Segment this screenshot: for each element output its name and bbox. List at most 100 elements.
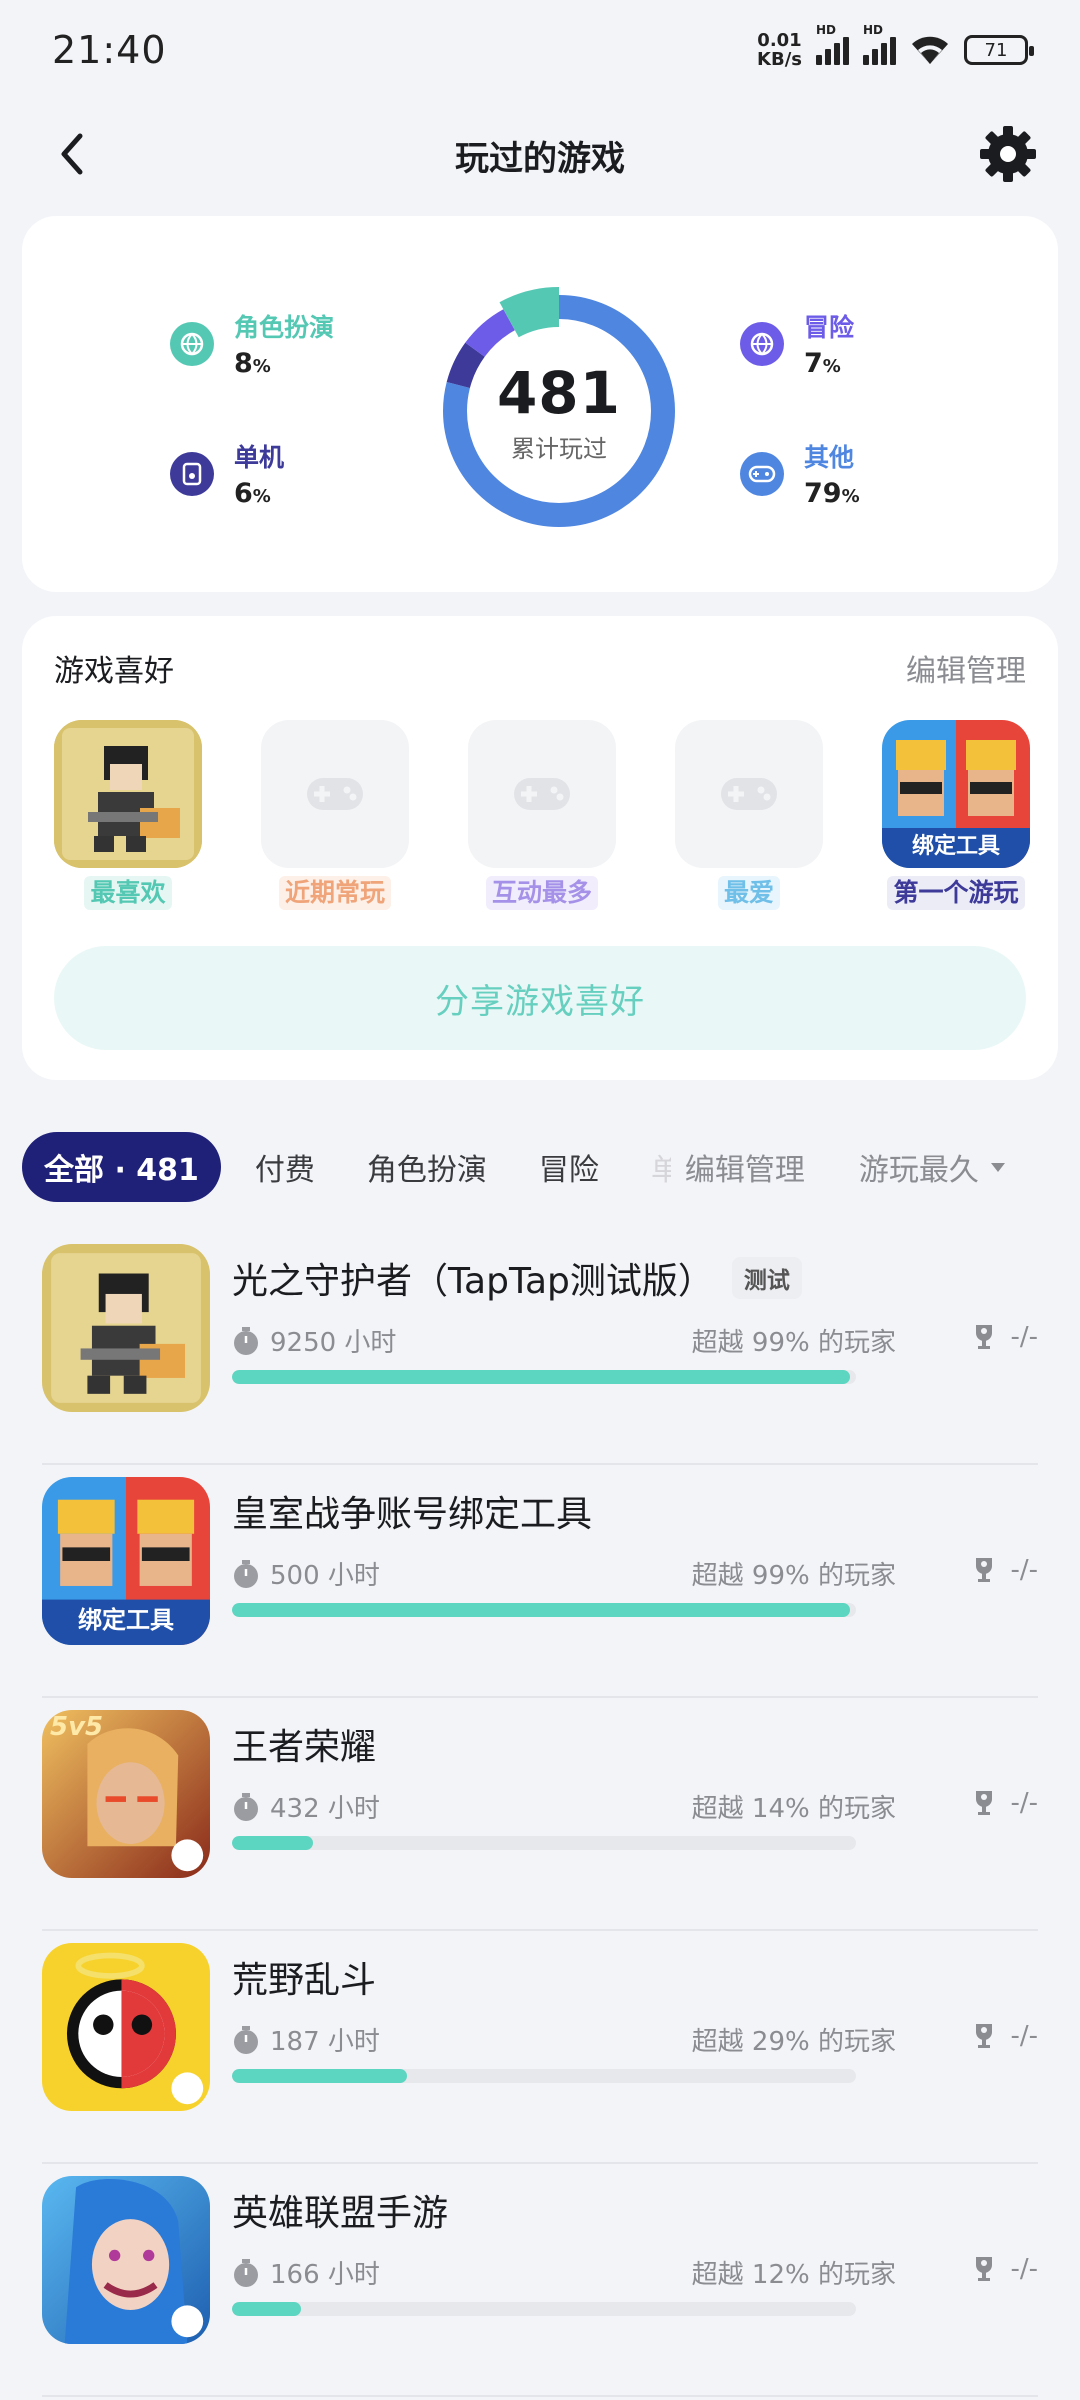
trophy-icon <box>976 1558 993 1582</box>
stats-card: 角色扮演 8% 单机 6% 冒险 7% 其他 79% 481 累计玩过 <box>22 216 1058 592</box>
divider <box>42 2395 1038 2397</box>
game-icon-honor-of-kings: 5v5 <box>42 1710 210 1878</box>
game-name: 荒野乱斗 <box>232 1960 377 2001</box>
game-name: 皇室战争账号绑定工具 <box>232 1494 593 1535</box>
progress-fill <box>232 1603 850 1617</box>
share-preferences-button[interactable]: 分享游戏喜好 <box>54 946 1026 1050</box>
sort-dropdown[interactable]: 游玩最久 <box>859 1145 1005 1189</box>
game-row[interactable]: 英雄联盟手游 166 小时 超越 12% 的玩家 -/- <box>42 2164 1038 2397</box>
tab-paid[interactable]: 付费 <box>255 1145 315 1189</box>
battery-icon: 71 <box>964 35 1034 65</box>
wifi-icon <box>912 36 948 64</box>
pref-slot-label: 近期常玩 <box>278 876 391 910</box>
pref-slot-favorite[interactable]: 最喜欢 <box>54 720 202 910</box>
game-row[interactable]: 荒野乱斗 187 小时 超越 29% 的玩家 -/- <box>42 1931 1038 2164</box>
title-bar: 玩过的游戏 <box>0 100 1080 210</box>
signal-icon: HD <box>816 23 849 65</box>
preferences-card: 游戏喜好 编辑管理 最喜欢 近期常玩 互动最多 最爱 绑定工具 第一个游玩 分享… <box>22 616 1058 1080</box>
rank-progress-bar <box>232 2302 856 2316</box>
play-hours: 9250 小时 <box>232 1322 396 1359</box>
tabs-edit-button[interactable]: 编辑管理 <box>685 1145 805 1189</box>
pref-slot-first[interactable]: 绑定工具 第一个游玩 <box>882 720 1030 910</box>
progress-fill <box>232 1370 850 1384</box>
page-title: 玩过的游戏 <box>455 138 625 179</box>
category-donut-chart: 481 累计玩过 <box>424 276 694 546</box>
achievement: -/- <box>972 2254 1038 2284</box>
game-icon-brawl-stars <box>42 1943 210 2111</box>
game-icon-clash-royale: 绑定工具 <box>42 1477 210 1645</box>
trophy-icon <box>976 1791 993 1815</box>
globe-icon <box>740 321 784 366</box>
gamepad-icon <box>740 451 784 496</box>
signal-icon-2: HD <box>863 23 896 65</box>
game-icon-guardian <box>42 1244 210 1412</box>
pref-slot-label: 最爱 <box>717 876 780 910</box>
stat-single: 单机 6% <box>170 438 284 509</box>
globe-icon <box>170 321 214 366</box>
stopwatch-icon <box>234 2258 258 2287</box>
play-hours: 187 小时 <box>232 2021 380 2058</box>
gamepad-placeholder-icon <box>675 720 823 868</box>
achievement: -/- <box>972 1322 1038 1352</box>
game-row[interactable]: 光之守护者（TapTap测试版） 测试 9250 小时 超越 99% 的玩家 -… <box>42 1232 1038 1465</box>
rank-text: 超越 99% 的玩家 <box>691 1328 896 1358</box>
achievement: -/- <box>972 2021 1038 2051</box>
game-name: 光之守护者（TapTap测试版） 测试 <box>232 1252 802 1304</box>
rank-progress-bar <box>232 1603 856 1617</box>
preferences-title: 游戏喜好 <box>54 654 174 689</box>
stopwatch-icon <box>234 2025 258 2054</box>
status-time: 21:40 <box>52 28 167 72</box>
rank-progress-bar <box>232 2069 856 2083</box>
progress-fill <box>232 2069 407 2083</box>
trophy-icon <box>976 2257 993 2281</box>
game-icon-league-of-legends <box>42 2176 210 2344</box>
game-name: 王者荣耀 <box>232 1727 377 1768</box>
caret-down-icon <box>990 1162 1005 1172</box>
stopwatch-icon <box>234 1559 258 1588</box>
rank-progress-bar <box>232 1836 856 1850</box>
total-games-count: 481 <box>496 358 622 427</box>
stat-other: 其他 79% <box>740 438 860 509</box>
tab-roleplay[interactable]: 角色扮演 <box>367 1145 487 1189</box>
game-name: 英雄联盟手游 <box>232 2193 449 2234</box>
preferences-edit-button[interactable]: 编辑管理 <box>906 646 1026 690</box>
pref-slot-recent[interactable]: 近期常玩 <box>261 720 409 910</box>
rank-text: 超越 14% 的玩家 <box>691 1794 896 1824</box>
gear-icon[interactable] <box>976 122 1040 186</box>
game-row[interactable]: 5v5 王者荣耀 432 小时 超越 14% 的玩家 -/- <box>42 1698 1038 1931</box>
status-icons: 0.01 KB/s HD HD 71 <box>757 23 1034 70</box>
achievement: -/- <box>972 1555 1038 1585</box>
game-row[interactable]: 绑定工具 皇室战争账号绑定工具 500 小时 超越 99% 的玩家 -/- <box>42 1465 1038 1698</box>
total-games-label: 累计玩过 <box>511 434 607 463</box>
pref-slot-love[interactable]: 最爱 <box>675 720 823 910</box>
single-player-icon <box>170 451 214 496</box>
test-tag: 测试 <box>731 1257 802 1299</box>
gamepad-placeholder-icon <box>261 720 409 868</box>
stopwatch-icon <box>234 1326 258 1355</box>
rank-text: 超越 12% 的玩家 <box>691 2260 896 2290</box>
trophy-icon <box>976 1325 993 1349</box>
pref-slot-label: 互动最多 <box>485 876 598 910</box>
game-icon-guardian <box>54 720 202 868</box>
trophy-icon <box>976 2024 993 2048</box>
rank-text: 超越 29% 的玩家 <box>691 2027 896 2057</box>
game-icon-clash-royale: 绑定工具 <box>882 720 1030 868</box>
pref-slot-label: 最喜欢 <box>84 876 172 910</box>
rank-progress-bar <box>232 1370 856 1384</box>
stopwatch-icon <box>234 1792 258 1821</box>
achievement: -/- <box>972 1788 1038 1818</box>
stat-roleplay: 角色扮演 8% <box>170 308 334 379</box>
filter-tabs: 全部 · 481 付费 角色扮演 冒险 单 编辑管理 游玩最久 <box>22 1130 1058 1204</box>
progress-fill <box>232 2302 301 2316</box>
tab-adventure[interactable]: 冒险 <box>539 1145 599 1189</box>
play-hours: 432 小时 <box>232 1788 380 1825</box>
play-hours: 166 小时 <box>232 2254 380 2291</box>
tab-faded[interactable]: 单 <box>651 1145 671 1189</box>
network-speed: 0.01 KB/s <box>757 30 802 70</box>
rank-text: 超越 99% 的玩家 <box>691 1561 896 1591</box>
tab-all[interactable]: 全部 · 481 <box>22 1132 221 1202</box>
pref-slot-interactive[interactable]: 互动最多 <box>468 720 616 910</box>
play-hours: 500 小时 <box>232 1555 380 1592</box>
gamepad-placeholder-icon <box>468 720 616 868</box>
back-arrow-icon[interactable] <box>46 126 102 182</box>
